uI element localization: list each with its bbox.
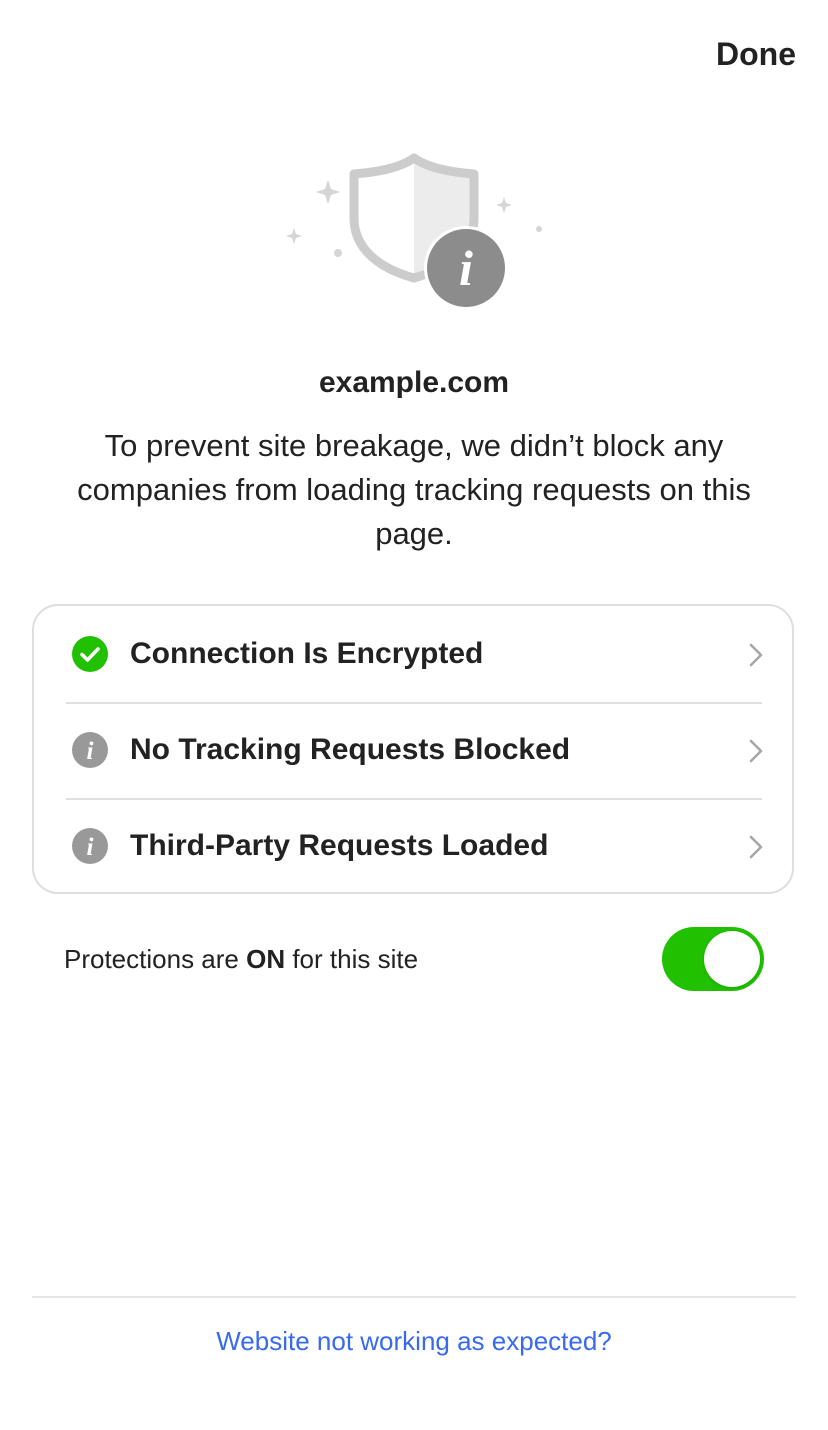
svg-text:i: i <box>87 834 94 861</box>
protections-prefix: Protections are <box>64 944 247 974</box>
info-circle-icon: i <box>72 732 108 768</box>
protection-summary-card: Connection Is Encrypted i No Tracking Re… <box>32 604 794 894</box>
connection-label: Connection Is Encrypted <box>130 637 484 670</box>
shield-info-icon: i <box>274 140 554 320</box>
chevron-right-icon <box>748 642 764 668</box>
site-description: To prevent site breakage, we didn’t bloc… <box>77 428 751 551</box>
chevron-right-icon <box>748 834 764 860</box>
trackers-row[interactable]: i No Tracking Requests Blocked <box>34 702 794 798</box>
chevron-right-icon <box>748 738 764 764</box>
info-circle-icon: i <box>72 828 108 864</box>
check-circle-icon <box>72 636 108 672</box>
svg-text:i: i <box>87 738 94 765</box>
report-broken-site-link[interactable]: Website not working as expected? <box>0 1326 828 1357</box>
footer-divider <box>32 1296 796 1298</box>
done-button[interactable]: Done <box>716 36 796 73</box>
third-party-row[interactable]: i Third-Party Requests Loaded <box>34 798 794 894</box>
site-domain: example.com <box>318 366 510 399</box>
info-badge-glyph: i <box>459 240 473 296</box>
protections-suffix: for this site <box>285 944 419 974</box>
protections-toggle[interactable] <box>662 927 764 991</box>
trackers-label: No Tracking Requests Blocked <box>130 733 571 766</box>
protections-status: Protections are ON for this site <box>64 926 418 992</box>
third-party-label: Third-Party Requests Loaded <box>130 829 549 862</box>
protections-state: ON <box>246 944 286 974</box>
toggle-knob <box>704 931 760 987</box>
connection-row[interactable]: Connection Is Encrypted <box>34 606 794 702</box>
privacy-dashboard: Done i example.com To prevent site break… <box>0 0 828 1430</box>
